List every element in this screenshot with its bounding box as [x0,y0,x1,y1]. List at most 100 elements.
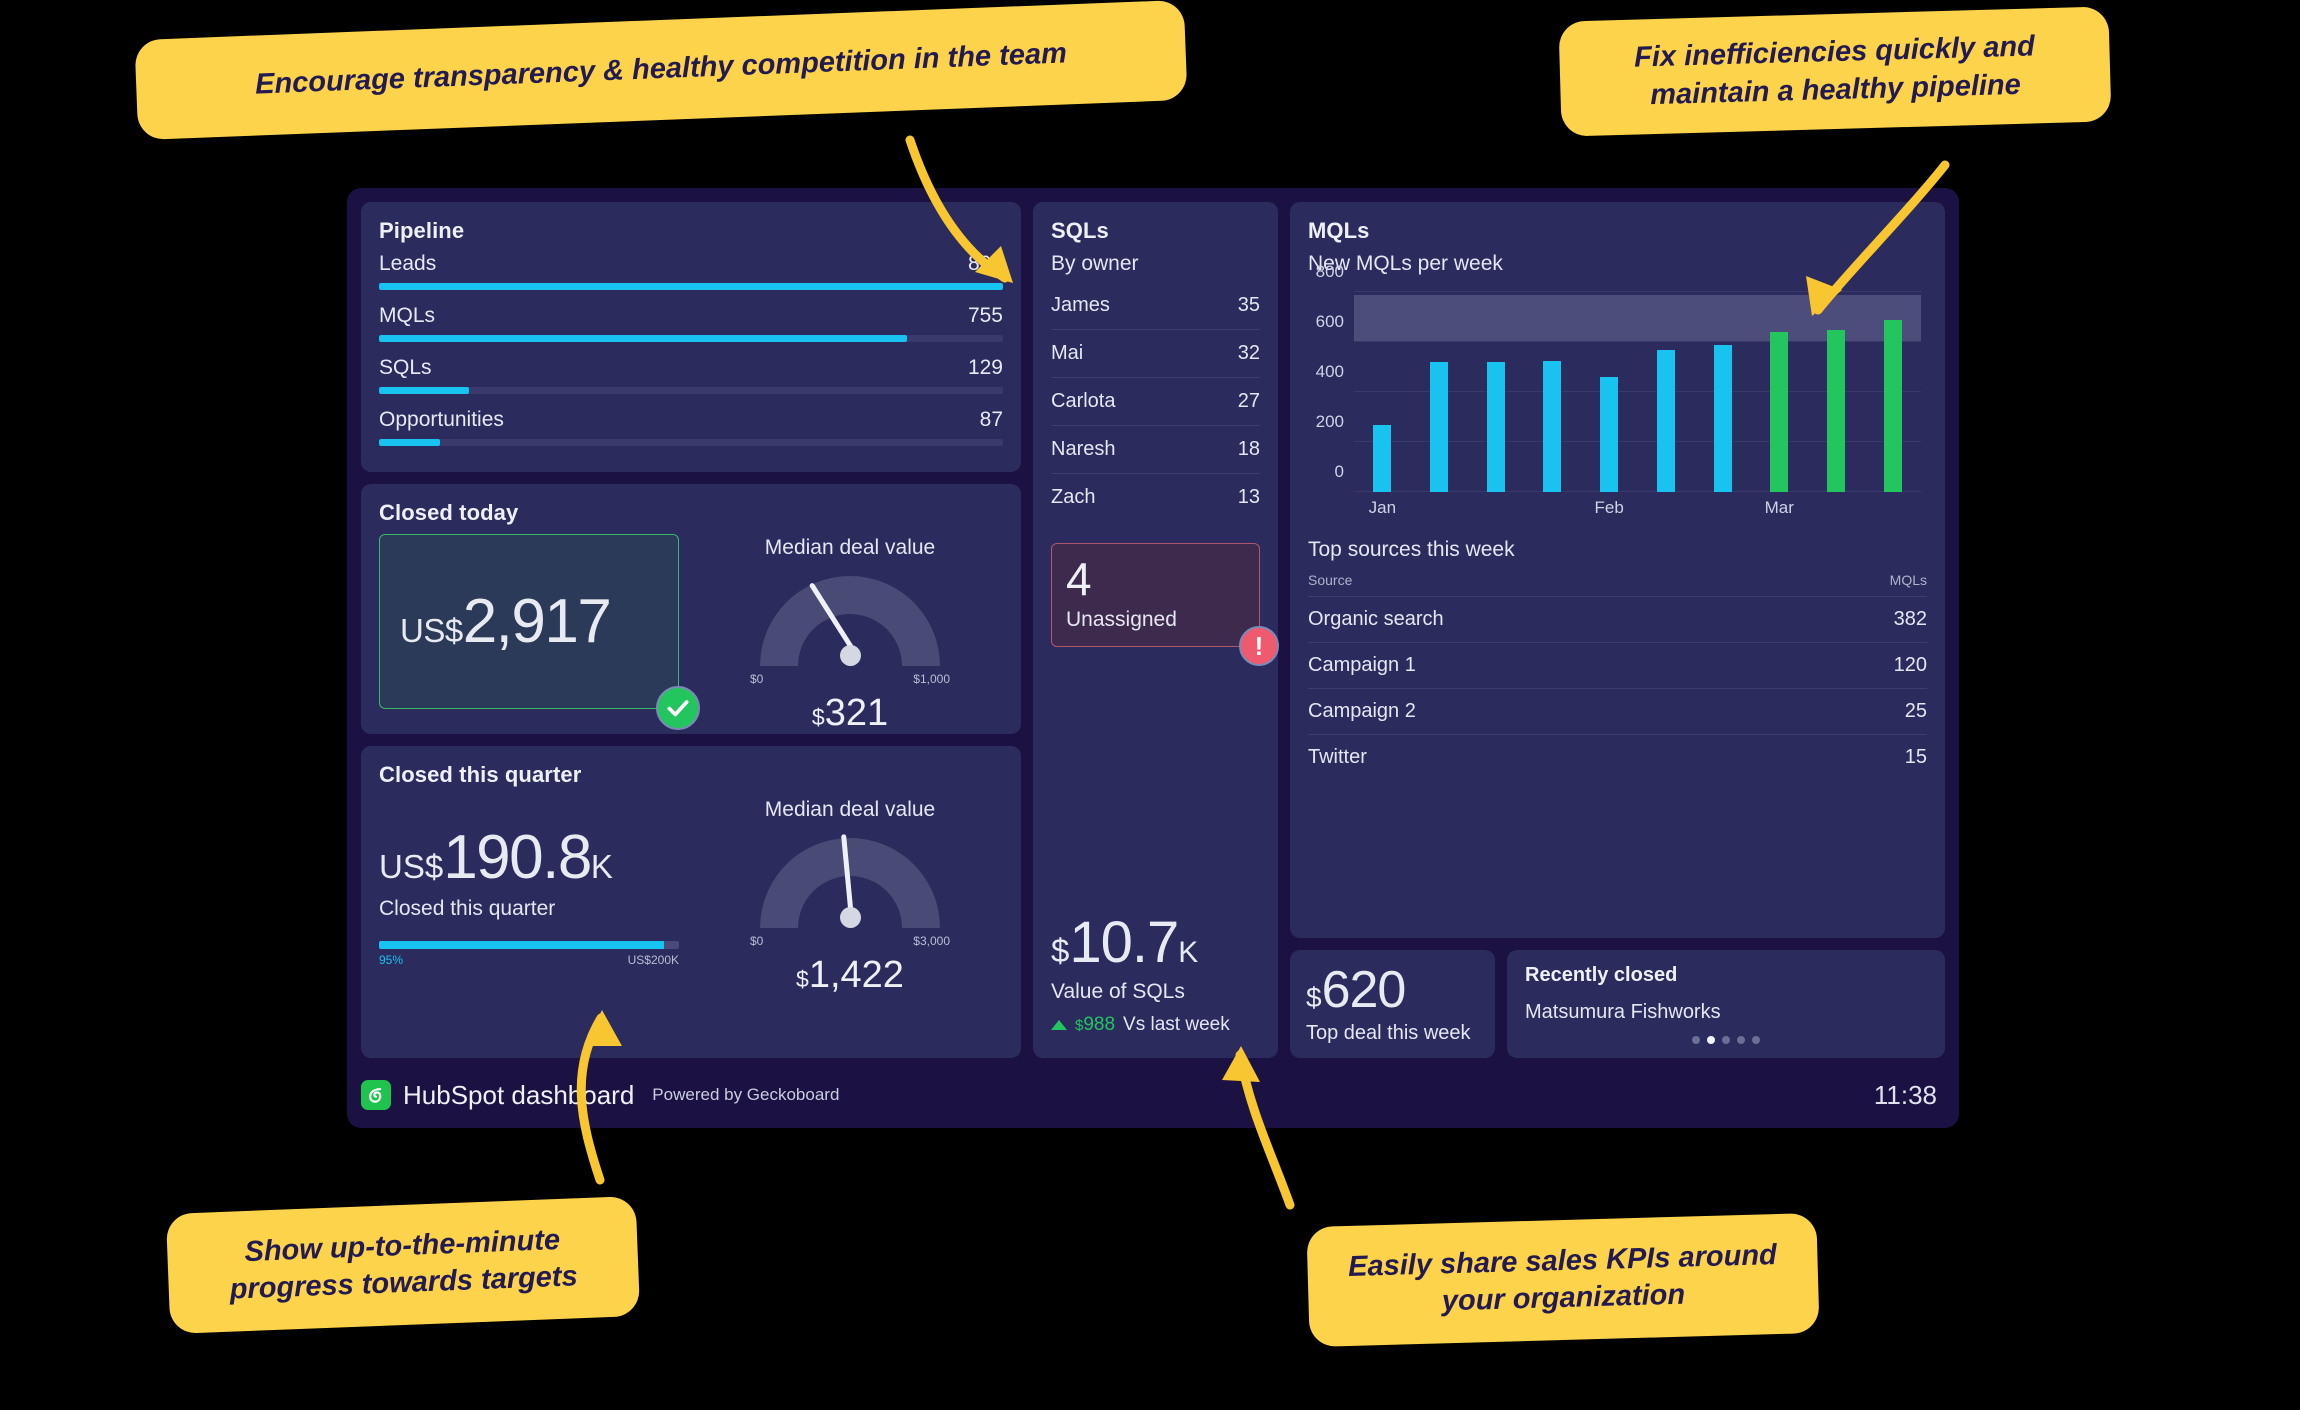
bottom-widgets-row: $620 Top deal this week Recently closed … [1290,950,1945,1058]
sqls-value-block: $10.7K Value of SQLs $988 Vs last week [1051,914,1260,1044]
carousel-dot-active[interactable] [1707,1036,1715,1044]
sqls-title: SQLs [1051,218,1109,243]
gauge-value-number: 321 [824,692,889,734]
top-sources-table-header: Source MQLs [1308,562,1927,597]
sqls-owner-row: James 35 [1051,282,1260,330]
callout-bubble-transparency: Encourage transparency & healthy competi… [134,0,1188,141]
owner-name: Carlota [1051,390,1116,412]
gauge-label: Median deal value [764,536,936,559]
pipeline-row: MQLs 755 [379,304,1003,342]
dashboard-frame: Pipeline Leads 892 MQLs 755 SQLs 129 Opp… [347,188,1959,1128]
pipeline-row-fill [379,335,907,342]
sqls-owner-row: Naresh 18 [1051,426,1260,474]
currency-symbol: US$ [379,848,444,885]
table-row: Campaign 2 25 [1308,689,1927,735]
owner-count: 35 [1237,294,1260,316]
pipeline-row-label: Leads [379,252,437,275]
pipeline-row-value: 87 [979,408,1003,431]
chart-y-tick-label: 800 [1315,262,1344,281]
gauge-ticks: $0 $1,000 [750,672,950,690]
pipeline-row-fill [379,439,441,446]
chart-x-tick-label: Jan [1368,498,1397,517]
pipeline-row-value: 755 [967,304,1003,327]
gauge-max-label: $3,000 [913,934,950,948]
delta-value: 988 [1083,1014,1116,1035]
gauge-min-label: $0 [750,672,764,686]
source-mqls: 15 [1904,746,1927,768]
footer-powered-by: Powered by Geckoboard [652,1085,840,1104]
chart-x-tick-label: Mar [1764,498,1794,517]
pipeline-row-value: 892 [967,252,1003,275]
dashboard-footer: HubSpot dashboard Powered by Geckoboard … [361,1072,1945,1118]
gauge-hub [839,645,861,666]
source-name: Campaign 1 [1308,654,1416,676]
owner-count: 18 [1237,438,1260,460]
closed-quarter-title: Closed this quarter [379,762,582,787]
carousel-dots[interactable] [1525,1036,1927,1044]
mqls-widget: MQLs New MQLs per week 0 200 400 600 800 Jan… [1290,202,1945,938]
top-deal-amount: $620 [1306,964,1479,1016]
closed-quarter-amount: US$190.8K [379,822,679,893]
unassigned-count: 4 [1066,553,1092,605]
pipeline-row-fill [379,387,470,394]
col-header-source: Source [1308,572,1353,588]
sqls-owner-row: Carlota 27 [1051,378,1260,426]
closed-today-title: Closed today [379,500,519,525]
chart-bar-slot [1694,292,1751,492]
pipeline-row-track [379,387,1003,394]
pipeline-row-fill [379,283,1003,290]
chart-bar-slot [1411,292,1468,492]
source-mqls: 120 [1893,654,1927,676]
sqls-value-caption: Value of SQLs [1051,980,1185,1003]
sqls-value-amount: $10.7K [1051,914,1260,972]
gauge-value: $321 [697,692,1003,735]
sqls-widget: SQLs By owner James 35 Mai 32 Carlota 27… [1033,202,1279,1058]
chart-bar-slot [1581,292,1638,492]
chart-bars [1354,292,1921,492]
closed-quarter-caption: Closed this quarter [379,897,556,920]
closed-today-gauge: Median deal value $0 $1,000 $321 [697,534,1003,735]
unassigned-alert-card: 4 Unassigned ! [1051,543,1279,666]
sqls-owner-row: Mai 32 [1051,330,1260,378]
currency-symbol: $ [796,966,809,992]
col-header-mqls: MQLs [1889,572,1927,588]
chart-bar-slot [1864,292,1921,492]
owner-count: 32 [1237,342,1260,364]
left-column: Pipeline Leads 892 MQLs 755 SQLs 129 Opp… [361,202,1021,1058]
closed-today-value-box: US$2,917 [379,534,700,730]
chart-bar [1486,362,1505,492]
sqls-value-delta: $988 Vs last week [1051,1014,1260,1036]
amount-suffix: K [1178,936,1199,969]
top-deal-widget: $620 Top deal this week [1290,950,1495,1058]
mqls-chart-title: New MQLs per week [1308,252,1503,275]
table-row: Campaign 1 120 [1308,643,1927,689]
mqls-title: MQLs [1308,218,1370,243]
amount-value: 2,917 [462,587,612,656]
closed-today-widget: Closed today US$2,917 Median deal value [361,484,1021,734]
footer-clock: 11:38 [1873,1079,1937,1110]
closed-quarter-metric: US$190.8K Closed this quarter 95% US$200… [379,796,679,997]
trend-up-icon [1051,1020,1067,1030]
sqls-column: SQLs By owner James 35 Mai 32 Carlota 27… [1033,202,1279,1058]
owner-name: Mai [1051,342,1084,364]
carousel-dot[interactable] [1722,1036,1730,1044]
chart-y-tick-label: 600 [1315,312,1344,331]
gauge-value-number: 1,422 [808,954,904,996]
recently-closed-title: Recently closed [1525,964,1678,986]
closed-quarter-gauge: Median deal value $0 $3,000 $1,422 [697,796,1003,997]
carousel-dot[interactable] [1752,1036,1760,1044]
exclamation-icon: ! [1239,626,1279,666]
carousel-dot[interactable] [1692,1036,1700,1044]
amount-value: 620 [1321,961,1407,1019]
currency-symbol: US$ [400,612,463,649]
amount-suffix: K [590,848,613,885]
callout-bubble-progress: Show up-to-the-minute progress towards t… [165,1196,641,1334]
pipeline-row-label: Opportunities [379,408,504,431]
mqls-column: MQLs New MQLs per week 0 200 400 600 800 Jan… [1290,202,1945,1058]
chart-bar-slot [1524,292,1581,492]
carousel-dot[interactable] [1737,1036,1745,1044]
chart-y-tick-label: 400 [1315,362,1344,381]
chart-bar [1770,332,1789,492]
check-circle-icon [656,686,700,730]
closed-today-amount: US$2,917 [400,586,612,657]
